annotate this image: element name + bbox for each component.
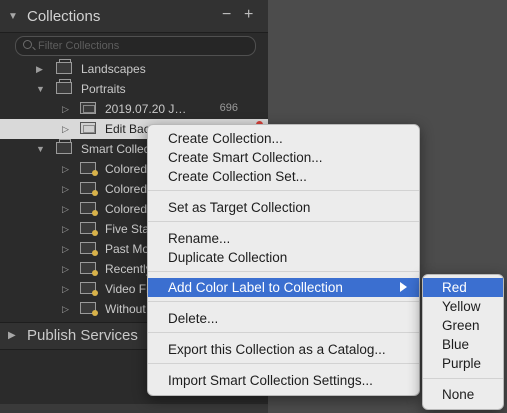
menu-item-delete[interactable]: Delete... (148, 309, 419, 328)
menu-item-import-smart-settings[interactable]: Import Smart Collection Settings... (148, 371, 419, 390)
color-option-none[interactable]: None (423, 385, 503, 404)
collections-header[interactable]: ▼ Collections − + (0, 0, 268, 33)
expand-triangle-icon[interactable]: ▶ (8, 331, 16, 341)
collection-label: Recently (105, 262, 152, 276)
add-collection-button[interactable]: + (244, 6, 253, 24)
collapse-triangle-icon[interactable]: ▼ (36, 144, 45, 154)
menu-separator (148, 363, 419, 364)
collection-label: Smart Collec (81, 142, 150, 156)
disclosure-triangle-icon: ▷ (62, 204, 69, 214)
disclosure-triangle-icon: ▷ (62, 184, 69, 194)
smart-collection-icon (80, 162, 98, 176)
collection-icon (80, 122, 96, 134)
collection-label: Video Fi (105, 282, 149, 296)
menu-separator (148, 271, 419, 272)
menu-separator (423, 378, 503, 379)
disclosure-triangle-icon: ▷ (62, 224, 69, 234)
menu-separator (148, 301, 419, 302)
submenu-arrow-icon (400, 282, 407, 292)
menu-item-create-smart-collection[interactable]: Create Smart Collection... (148, 148, 419, 167)
disclosure-triangle-icon: ▷ (62, 104, 69, 114)
collection-label: Without (105, 302, 146, 316)
collapse-triangle-icon[interactable]: ▼ (8, 12, 18, 22)
color-option-yellow[interactable]: Yellow (423, 297, 503, 316)
collections-title: Collections (27, 8, 101, 25)
menu-separator (148, 221, 419, 222)
remove-collection-button[interactable]: − (222, 6, 231, 24)
collection-set-icon (56, 139, 72, 154)
smart-collection-icon (80, 222, 98, 236)
expand-triangle-icon[interactable]: ▶ (36, 64, 43, 75)
filter-collections-field[interactable] (15, 36, 256, 56)
collection-label: Past Mo (105, 242, 150, 256)
disclosure-triangle-icon: ▷ (62, 284, 69, 294)
disclosure-triangle-icon: ▷ (62, 124, 69, 134)
collection-icon (80, 102, 96, 114)
collection-label: Portraits (81, 82, 126, 96)
smart-collection-icon (80, 302, 98, 316)
disclosure-triangle-icon: ▷ (62, 264, 69, 274)
collection-set-portraits[interactable]: ▼ Portraits (0, 79, 268, 99)
color-option-purple[interactable]: Purple (423, 354, 503, 373)
collection-label: Colored (105, 202, 148, 216)
color-option-green[interactable]: Green (423, 316, 503, 335)
color-option-blue[interactable]: Blue (423, 335, 503, 354)
menu-separator (148, 332, 419, 333)
collapse-triangle-icon[interactable]: ▼ (36, 84, 45, 94)
collection-count: 696 (219, 102, 238, 114)
menu-item-set-target[interactable]: Set as Target Collection (148, 198, 419, 217)
collection-label: Colored (105, 162, 148, 176)
menu-item-create-collection-set[interactable]: Create Collection Set... (148, 167, 419, 186)
menu-item-duplicate[interactable]: Duplicate Collection (148, 248, 419, 267)
panel-bottom-bar (0, 404, 268, 413)
publish-services-title: Publish Services (27, 327, 138, 344)
smart-collection-icon (80, 282, 98, 296)
smart-collection-icon (80, 242, 98, 256)
menu-item-export-catalog[interactable]: Export this Collection as a Catalog... (148, 340, 419, 359)
menu-separator (148, 190, 419, 191)
collection-label: Landscapes (81, 62, 146, 76)
color-label-submenu: Red Yellow Green Blue Purple None (422, 274, 504, 410)
disclosure-triangle-icon: ▷ (62, 304, 69, 314)
filter-collections-input[interactable] (38, 37, 238, 55)
smart-collection-icon (80, 202, 98, 216)
search-icon (23, 40, 32, 49)
collection-label: Colored (105, 182, 148, 196)
collection-label: 2019.07.20 J… (105, 102, 187, 116)
disclosure-triangle-icon: ▷ (62, 164, 69, 174)
smart-collection-icon (80, 182, 98, 196)
collection-set-icon (56, 79, 72, 94)
collection-item[interactable]: ▷ 2019.07.20 J… 696 (0, 99, 268, 119)
collection-set-icon (56, 59, 72, 74)
context-menu: Create Collection... Create Smart Collec… (147, 124, 420, 396)
color-option-red[interactable]: Red (423, 278, 503, 297)
menu-item-rename[interactable]: Rename... (148, 229, 419, 248)
menu-item-add-color-label[interactable]: Add Color Label to Collection (148, 278, 419, 297)
smart-collection-icon (80, 262, 98, 276)
disclosure-triangle-icon: ▷ (62, 244, 69, 254)
collection-label: Five Star (105, 222, 154, 236)
menu-item-create-collection[interactable]: Create Collection... (148, 129, 419, 148)
collection-set-landscapes[interactable]: ▶ Landscapes (0, 59, 268, 79)
